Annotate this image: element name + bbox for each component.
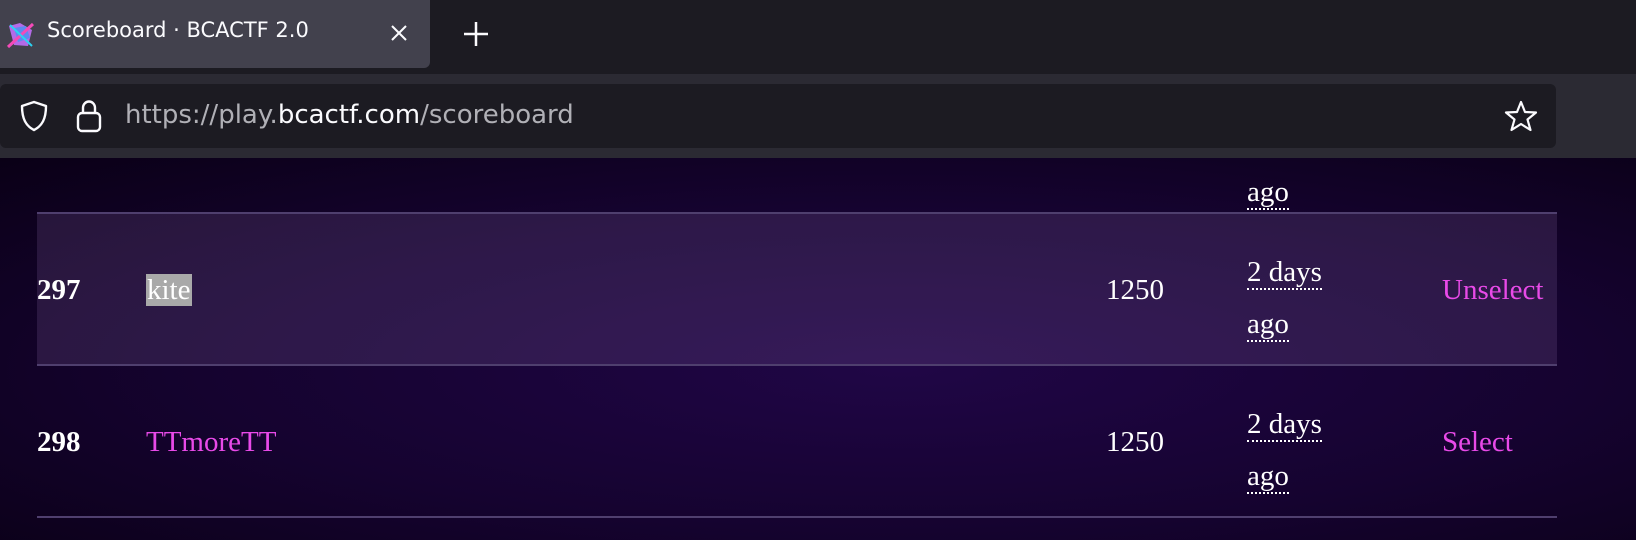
url-text[interactable]: https://play.bcactf.com/scoreboard — [125, 100, 574, 130]
table-row: 298 TTmoreTT 1250 2 days ago Select — [37, 366, 1557, 518]
plus-icon[interactable] — [460, 18, 492, 50]
team-link[interactable]: TTmoreTT — [146, 426, 276, 458]
solve-time: 2 days ago — [1247, 246, 1322, 350]
lock-icon[interactable] — [73, 98, 105, 134]
select-link[interactable]: Select — [1442, 426, 1513, 459]
bcactf-favicon-icon — [6, 22, 35, 49]
shield-icon[interactable] — [18, 99, 50, 133]
tab-strip: Scoreboard · BCACTF 2.0 — [0, 0, 1636, 74]
time-days: 2 days — [1247, 256, 1322, 290]
team-name-selected[interactable]: kite — [146, 274, 192, 306]
score: 1250 — [1106, 426, 1164, 458]
close-icon[interactable] — [386, 20, 412, 46]
unselect-link[interactable]: Unselect — [1442, 274, 1543, 307]
url-scheme: https://play. — [125, 100, 278, 130]
score: 1250 — [1106, 274, 1164, 306]
time-ago: ago — [1247, 460, 1289, 494]
url-host: bcactf.com — [277, 100, 421, 130]
time-ago: ago — [1247, 176, 1289, 210]
team-name: kite — [146, 274, 192, 307]
tab-scoreboard[interactable]: Scoreboard · BCACTF 2.0 — [0, 0, 430, 68]
rank: 297 — [37, 274, 81, 306]
table-row: 297 kite 1250 2 days ago Unselect — [37, 214, 1557, 366]
url-bar[interactable]: https://play.bcactf.com/scoreboard — [0, 84, 1556, 148]
time-days: 2 days — [1247, 408, 1322, 442]
tab-title: Scoreboard · BCACTF 2.0 — [47, 18, 309, 42]
rank: 298 — [37, 426, 81, 458]
page-content: ago 297 kite 1250 2 days ago Unselect 29… — [0, 158, 1636, 540]
url-path: /scoreboard — [420, 100, 574, 130]
solve-time: ago — [1247, 166, 1289, 218]
solve-time: 2 days ago — [1247, 398, 1322, 502]
navigation-toolbar: https://play.bcactf.com/scoreboard — [0, 74, 1636, 158]
star-icon[interactable] — [1504, 99, 1538, 133]
scoreboard-table: ago 297 kite 1250 2 days ago Unselect 29… — [37, 158, 1557, 518]
time-ago: ago — [1247, 308, 1289, 342]
team-name: TTmoreTT — [146, 426, 276, 459]
table-row: ago — [37, 158, 1557, 214]
